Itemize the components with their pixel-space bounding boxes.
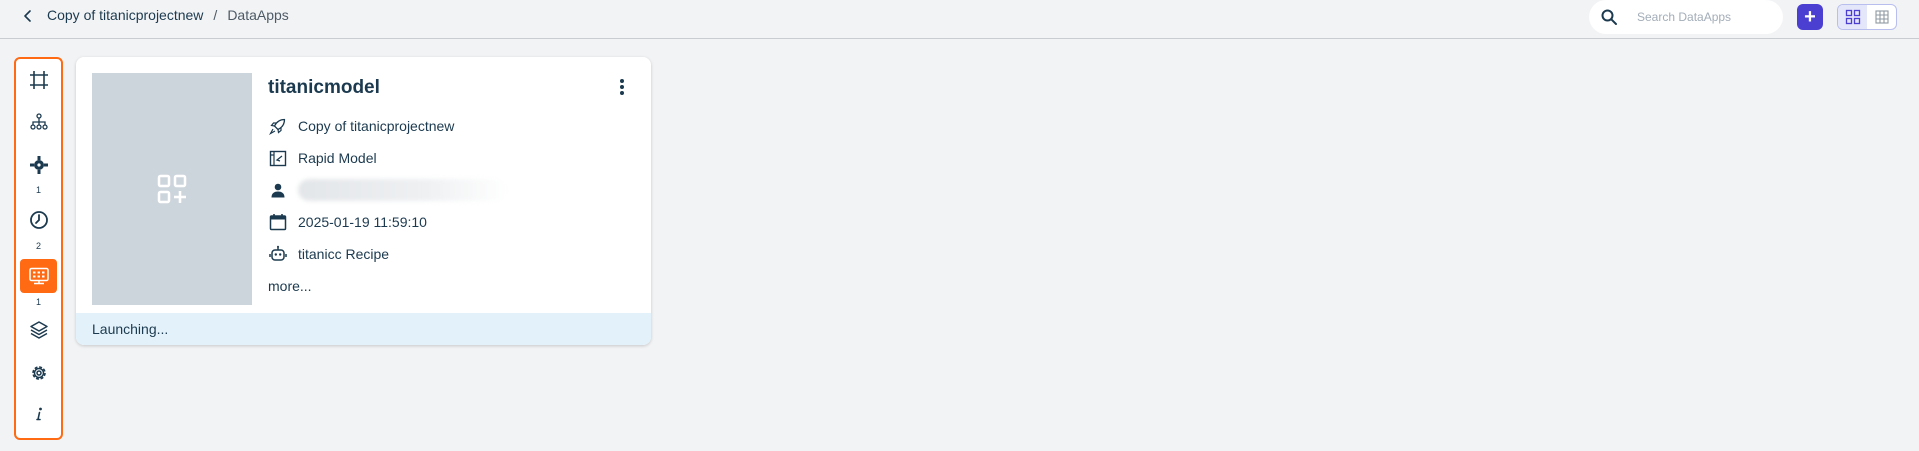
sidebar-item-dag[interactable] <box>20 105 57 139</box>
breadcrumb: Copy of titanicprojectnew / DataApps <box>47 7 289 23</box>
sidebar-item-settings[interactable] <box>20 356 57 390</box>
more-details-link[interactable]: more... <box>268 278 312 294</box>
dataapp-title[interactable]: titanicmodel <box>268 77 380 99</box>
model-icon <box>268 149 287 168</box>
chevron-left-icon <box>24 10 31 22</box>
dataapp-thumbnail <box>92 73 252 305</box>
breadcrumb-separator: / <box>213 7 218 23</box>
top-bar: Copy of titanicprojectnew / DataApps + <box>0 0 1919 39</box>
dataapp-recipe: titanicc Recipe <box>298 246 390 262</box>
breadcrumb-current: DataApps <box>227 7 289 23</box>
kebab-menu-icon <box>620 79 624 95</box>
canvas-icon <box>29 71 48 89</box>
sidebar-item-canvas[interactable] <box>20 63 57 97</box>
dataapp-card[interactable]: titanicmodel Copy of titanicprojectnew R… <box>76 57 651 345</box>
add-dataapp-button[interactable]: + <box>1797 4 1823 30</box>
meta-created-by <box>268 179 508 201</box>
meta-model-type: Rapid Model <box>268 147 377 169</box>
sidebar-count-jobs: 2 <box>35 241 41 251</box>
search-input[interactable] <box>1637 8 1773 26</box>
dataapp-status-bar: Launching... <box>76 313 651 345</box>
search-box[interactable] <box>1589 0 1783 34</box>
sidebar-item-jobs[interactable] <box>20 203 57 237</box>
meta-project: Copy of titanicprojectnew <box>268 115 454 137</box>
robot-icon <box>268 245 287 264</box>
calendar-icon <box>268 213 287 232</box>
clock-icon <box>29 211 48 229</box>
table-view-button[interactable] <box>1867 5 1896 29</box>
meta-created-at: 2025-01-19 11:59:10 <box>268 211 427 233</box>
rocket-icon <box>268 117 287 136</box>
sidebar-item-predictions[interactable] <box>20 148 57 182</box>
sidebar-item-info[interactable] <box>20 397 57 431</box>
dataapp-model-type: Rapid Model <box>298 150 377 166</box>
gear-bot-icon <box>29 156 48 174</box>
table-view-icon <box>1874 10 1889 24</box>
layers-icon <box>29 321 48 339</box>
breadcrumb-project[interactable]: Copy of titanicprojectnew <box>47 7 203 23</box>
more-options-button[interactable] <box>612 75 632 99</box>
sidebar-count-predictions: 1 <box>35 185 41 195</box>
gear-icon <box>31 366 46 380</box>
dataapp-status-text: Launching... <box>92 321 169 337</box>
info-icon <box>35 407 42 421</box>
sidebar-item-artifacts[interactable] <box>20 313 57 347</box>
view-toggle <box>1837 4 1897 30</box>
project-sidebar: 1 2 1 <box>14 57 63 440</box>
search-icon <box>1601 9 1617 25</box>
grid-view-icon <box>1845 9 1860 25</box>
grid-view-button[interactable] <box>1838 5 1867 29</box>
dashboard-icon <box>28 267 49 285</box>
add-app-icon <box>157 174 187 204</box>
user-icon <box>268 181 287 200</box>
hierarchy-icon <box>29 113 48 130</box>
dataapp-created-at: 2025-01-19 11:59:10 <box>298 214 427 230</box>
dataapp-project-name: Copy of titanicprojectnew <box>298 118 455 134</box>
redacted-user-name <box>298 179 508 201</box>
sidebar-count-dataapps: 1 <box>35 297 41 307</box>
meta-recipe: titanicc Recipe <box>268 243 389 265</box>
sidebar-item-dataapps[interactable] <box>20 259 57 293</box>
back-button[interactable] <box>18 6 38 26</box>
